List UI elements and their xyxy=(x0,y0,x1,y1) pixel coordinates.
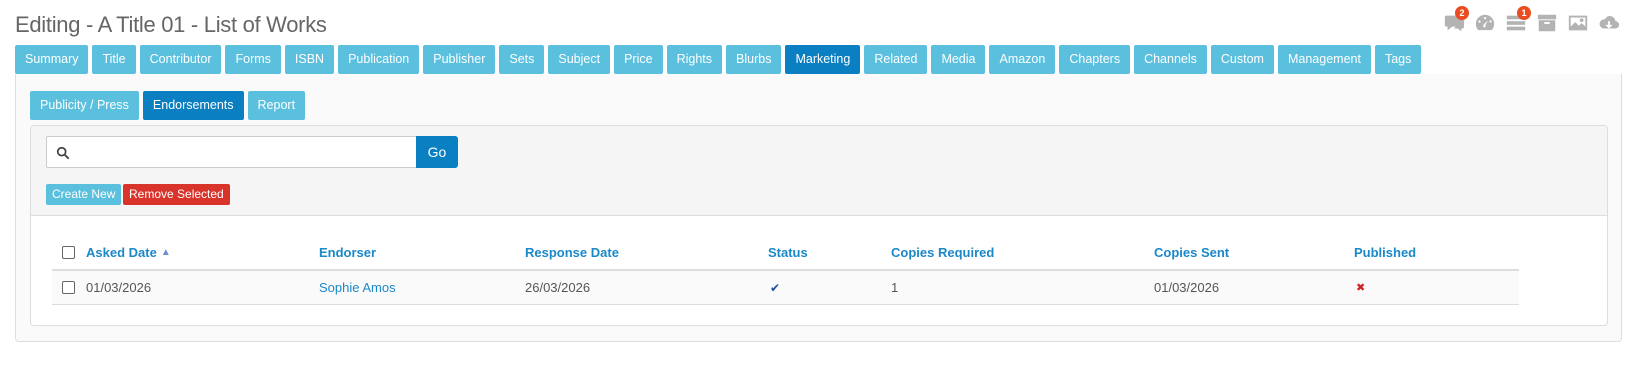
column-published[interactable]: Published xyxy=(1354,236,1416,269)
select-all-cell xyxy=(62,236,75,269)
image-icon[interactable] xyxy=(1567,12,1589,34)
tab-title[interactable]: Title xyxy=(92,45,136,74)
tasks-icon[interactable]: 1 xyxy=(1505,6,1531,34)
archive-icon[interactable] xyxy=(1536,12,1558,34)
tab-rights[interactable]: Rights xyxy=(666,45,723,74)
tab-sets[interactable]: Sets xyxy=(499,45,545,74)
tab-forms[interactable]: Forms xyxy=(225,45,281,74)
tab-summary[interactable]: Summary xyxy=(15,45,89,74)
select-all-checkbox[interactable] xyxy=(62,246,75,259)
main-tab-bar: Summary Title Contributor Forms ISBN Publicat… xyxy=(15,45,1422,74)
column-status[interactable]: Status xyxy=(768,236,808,269)
tab-contributor[interactable]: Contributor xyxy=(139,45,222,74)
column-response-date[interactable]: Response Date xyxy=(525,236,619,269)
endorsements-toolbar: Go Create New Remove Selected xyxy=(31,126,1607,216)
subtab-endorsements[interactable]: Endorsements xyxy=(142,91,244,120)
top-icon-bar: 2 1 xyxy=(1443,6,1620,34)
tab-subject[interactable]: Subject xyxy=(548,45,611,74)
sub-tab-bar: Publicity / Press Endorsements Report xyxy=(30,91,306,120)
cell-copies-required: 1 xyxy=(891,280,899,295)
table-row: 01/03/2026 Sophie Amos 26/03/2026 ✔ 1 01… xyxy=(52,271,1519,305)
remove-selected-button[interactable]: Remove Selected xyxy=(123,184,230,205)
search-input[interactable] xyxy=(77,137,407,167)
tab-publication[interactable]: Publication xyxy=(338,45,420,74)
subtab-publicity-press[interactable]: Publicity / Press xyxy=(30,91,139,120)
comments-badge: 2 xyxy=(1455,6,1469,20)
sort-ascending-icon: ▲ xyxy=(160,247,171,258)
row-checkbox[interactable] xyxy=(62,281,75,294)
column-copies-required[interactable]: Copies Required xyxy=(891,236,994,269)
tab-amazon[interactable]: Amazon xyxy=(989,45,1056,74)
subtab-report[interactable]: Report xyxy=(247,91,306,120)
create-new-button[interactable]: Create New xyxy=(46,184,122,205)
cell-asked-date: 01/03/2026 xyxy=(86,280,152,295)
table-header-row: Asked Date ▲ Endorser Response Date Stat… xyxy=(52,236,1519,271)
page-title: Editing - A Title 01 - List of Works xyxy=(15,12,327,37)
search-box xyxy=(46,136,416,168)
tab-blurbs[interactable]: Blurbs xyxy=(726,45,782,74)
column-copies-sent[interactable]: Copies Sent xyxy=(1154,236,1229,269)
comments-icon[interactable]: 2 xyxy=(1443,6,1469,34)
column-asked-date[interactable]: Asked Date ▲ xyxy=(86,236,171,269)
column-endorser[interactable]: Endorser xyxy=(319,236,376,269)
endorsements-table: Asked Date ▲ Endorser Response Date Stat… xyxy=(52,236,1519,305)
row-select-cell xyxy=(62,271,75,304)
cloud-download-icon[interactable] xyxy=(1598,12,1620,34)
tab-price[interactable]: Price xyxy=(614,45,663,74)
tab-marketing[interactable]: Marketing xyxy=(785,45,861,74)
tab-related[interactable]: Related xyxy=(864,45,928,74)
tab-chapters[interactable]: Chapters xyxy=(1059,45,1131,74)
tab-channels[interactable]: Channels xyxy=(1134,45,1207,74)
column-asked-date-label: Asked Date xyxy=(86,245,157,260)
tab-publisher[interactable]: Publisher xyxy=(423,45,496,74)
go-button[interactable]: Go xyxy=(416,136,458,168)
cell-response-date: 26/03/2026 xyxy=(525,280,591,295)
endorser-link[interactable]: Sophie Amos xyxy=(319,271,396,304)
dashboard-icon[interactable] xyxy=(1474,12,1496,34)
published-x-icon: ✖ xyxy=(1356,282,1366,294)
tab-tags[interactable]: Tags xyxy=(1374,45,1422,74)
search-icon xyxy=(56,146,70,160)
tasks-badge: 1 xyxy=(1517,6,1531,20)
tab-isbn[interactable]: ISBN xyxy=(284,45,335,74)
tab-custom[interactable]: Custom xyxy=(1210,45,1274,74)
tab-management[interactable]: Management xyxy=(1277,45,1371,74)
endorsements-container: Go Create New Remove Selected Asked Date… xyxy=(30,125,1608,326)
cell-copies-sent: 01/03/2026 xyxy=(1154,280,1220,295)
tab-media[interactable]: Media xyxy=(931,45,986,74)
status-check-icon: ✔ xyxy=(770,280,781,295)
